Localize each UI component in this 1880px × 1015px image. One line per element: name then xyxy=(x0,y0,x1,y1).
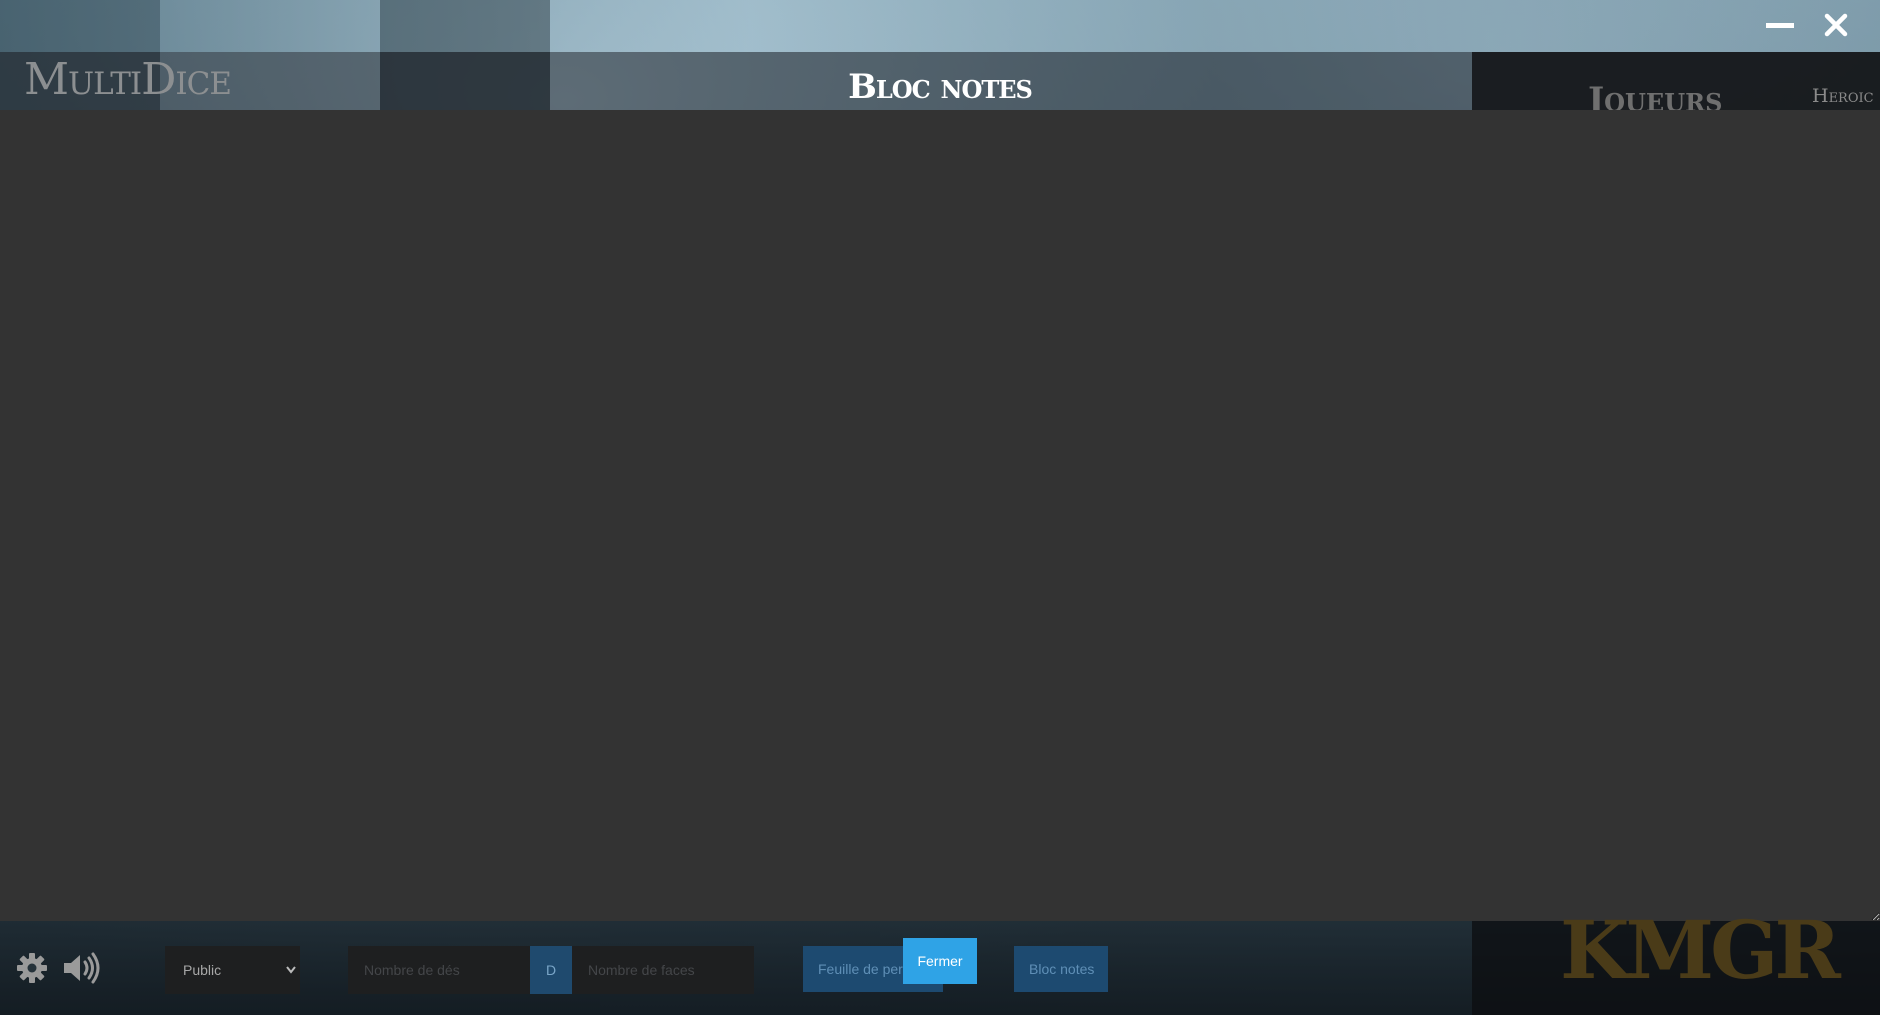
visibility-select-value: Public xyxy=(183,962,222,978)
sound-button[interactable] xyxy=(62,950,102,986)
app-window: MultiDice Bloc notes Joueurs Heroic KMGR xyxy=(0,0,1880,1015)
title-bar xyxy=(0,0,1880,52)
dice-separator: D xyxy=(530,946,572,994)
fermer-button[interactable]: Fermer xyxy=(903,938,977,984)
settings-button[interactable] xyxy=(14,950,50,986)
gear-icon xyxy=(17,953,47,983)
speaker-volume-icon xyxy=(64,952,100,984)
heroic-label: Heroic xyxy=(1812,85,1874,107)
chevron-down-icon xyxy=(286,966,296,974)
visibility-select[interactable]: Public xyxy=(165,946,300,994)
dice-count-input[interactable] xyxy=(348,946,530,994)
close-button[interactable] xyxy=(1816,8,1856,42)
players-title: Joueurs xyxy=(1588,80,1723,110)
faces-count-input[interactable] xyxy=(572,946,754,994)
notes-textarea[interactable] xyxy=(0,110,1880,921)
brand-logo-image: KMGR xyxy=(1560,903,1841,997)
close-icon xyxy=(1824,13,1848,37)
notes-button[interactable]: Bloc notes xyxy=(1014,946,1108,992)
minimize-button[interactable] xyxy=(1760,8,1800,42)
minimize-icon xyxy=(1766,23,1794,28)
